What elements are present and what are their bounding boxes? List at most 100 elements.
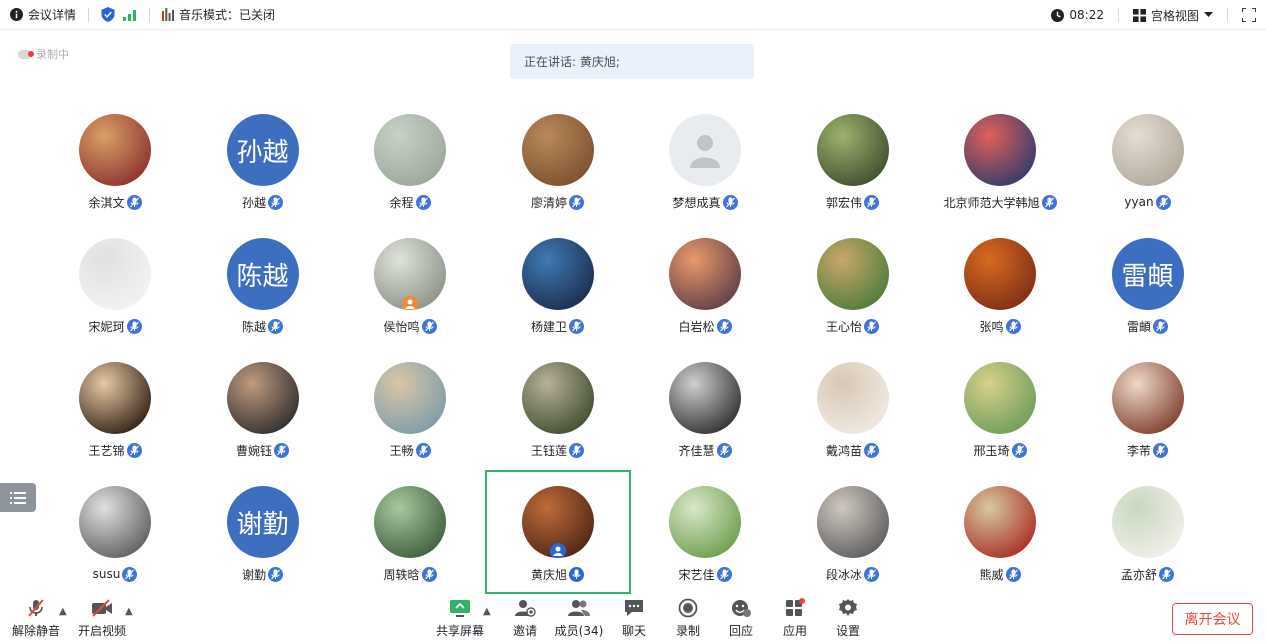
avatar: [226, 362, 299, 434]
participant-name: 戴鸿苗: [825, 443, 862, 458]
participant-tile[interactable]: 廖清婷: [485, 100, 631, 224]
participant-tile[interactable]: 王艺锦: [42, 348, 188, 472]
participant-name: 梦想成真: [672, 195, 721, 210]
participant-name-row: 王畅: [389, 442, 431, 458]
participant-name-row: 孙越: [242, 194, 283, 210]
participant-tile[interactable]: 雷頔 雷頔: [1075, 224, 1221, 348]
participant-tile[interactable]: 宋妮珂: [42, 224, 188, 348]
participant-name-row: 白岩松: [678, 318, 732, 334]
record-label: 录制: [675, 624, 700, 638]
recording-label: 录制中: [36, 48, 69, 61]
participant-tile[interactable]: 谢勤 谢勤: [190, 472, 336, 596]
participant-name-row: 杨建卫: [531, 318, 584, 334]
participant-tile[interactable]: susu: [42, 472, 188, 596]
participant-tile[interactable]: 邢玉琦: [927, 348, 1073, 472]
participant-name: 曹婉钰: [235, 443, 272, 458]
leave-meeting-button[interactable]: 离开会议: [1172, 603, 1253, 635]
participant-tile[interactable]: 梦想成真: [632, 100, 778, 224]
apps-icon: [786, 598, 805, 616]
participant-tile[interactable]: 杨建卫: [485, 224, 631, 348]
mic-muted-icon: [415, 194, 431, 210]
participant-name-row: 齐佳慧: [678, 442, 732, 458]
apps-button[interactable]: 应用: [767, 598, 823, 640]
participant-name: 谢勤: [241, 567, 266, 582]
share-screen-button[interactable]: 共享屏幕: [432, 598, 488, 640]
divider: [1117, 8, 1119, 22]
participant-tile[interactable]: 李芾: [1075, 348, 1221, 472]
chat-button[interactable]: 聊天: [606, 598, 662, 640]
participant-tile[interactable]: 齐佳慧: [632, 348, 778, 472]
participant-tile[interactable]: 段冰冰: [780, 472, 926, 596]
meeting-info-button[interactable]: 会议详情: [10, 6, 76, 23]
view-mode-dropdown[interactable]: 宫格视图: [1132, 7, 1213, 24]
participant-name: 北京师范大学韩旭: [943, 195, 1040, 210]
participant-name-row: 余淇文: [88, 194, 142, 210]
active-speaker-banner: 正在讲话: 黄庆旭;: [510, 44, 754, 79]
participant-tile[interactable]: 曹婉钰: [190, 348, 336, 472]
participant-tile[interactable]: 熊威: [927, 472, 1073, 596]
avatar: [1111, 486, 1184, 558]
music-mode-button[interactable]: 音乐模式：已关闭: [162, 6, 275, 23]
caret-down-icon: [1204, 12, 1213, 17]
participant-tile[interactable]: 孙越 孙越: [190, 100, 336, 224]
record-icon: [678, 598, 698, 618]
avatar: [669, 362, 741, 434]
participant-name-row: 郭宏伟: [826, 194, 879, 210]
info-icon: [10, 8, 23, 21]
avatar-initials: 陈越: [226, 238, 299, 310]
recording-indicator: 录制中: [18, 46, 69, 62]
participant-tile[interactable]: 周轶晗: [337, 472, 483, 596]
participant-tile[interactable]: yyan: [1075, 100, 1221, 224]
shield-icon[interactable]: [101, 7, 115, 22]
mic-muted-icon: [722, 194, 738, 210]
divider: [88, 7, 90, 22]
participant-tile[interactable]: 陈越 陈越: [190, 224, 336, 348]
participant-tile[interactable]: 北京师范大学韩旭: [927, 100, 1073, 224]
participant-tile[interactable]: 孟亦舒: [1075, 472, 1221, 596]
reactions-button[interactable]: 回应: [713, 598, 769, 640]
settings-button[interactable]: 设置: [820, 598, 876, 640]
participant-tile[interactable]: 黄庆旭: [484, 470, 631, 594]
avatar: [964, 486, 1036, 558]
mic-muted-icon: [569, 318, 584, 334]
participant-tile[interactable]: 王钰莲: [485, 348, 631, 472]
avatar: [816, 238, 889, 310]
participant-name: 周轶晗: [383, 567, 420, 582]
participant-tile[interactable]: 戴鸿苗: [780, 348, 926, 472]
participant-tile[interactable]: 白岩松: [632, 224, 778, 348]
participant-tile[interactable]: 王心怡: [780, 224, 926, 348]
mic-muted-icon: [1153, 442, 1168, 458]
participant-tile[interactable]: 王畅: [337, 348, 483, 472]
participant-tile[interactable]: 侯怡鸣: [337, 224, 483, 348]
participant-tile[interactable]: 张鸣: [927, 224, 1073, 348]
record-button[interactable]: 录制: [660, 598, 716, 640]
avatar: [816, 486, 889, 558]
mic-muted-icon: [864, 442, 879, 458]
mic-muted-icon: [864, 566, 879, 582]
participant-tile[interactable]: 余淇文: [42, 100, 188, 224]
apps-label: 应用: [782, 624, 807, 638]
music-mode-icon: [162, 8, 175, 21]
avatar-initials: 谢勤: [226, 486, 299, 558]
share-screen-icon: [450, 600, 470, 617]
unmute-button[interactable]: 解除静音: [8, 598, 64, 640]
mic-muted-icon: [716, 566, 732, 582]
fullscreen-icon[interactable]: [1242, 8, 1256, 22]
members-button[interactable]: 成员(34): [551, 598, 607, 640]
signal-icon[interactable]: [123, 9, 137, 21]
participant-tile[interactable]: 郭宏伟: [780, 100, 926, 224]
video-options-chevron-icon[interactable]: ▲: [125, 606, 133, 617]
sidebar-toggle-button[interactable]: [0, 483, 36, 512]
participant-tile[interactable]: 余程: [337, 100, 483, 224]
cohost-badge-icon: [402, 296, 418, 310]
divider: [1227, 8, 1228, 22]
start-video-button[interactable]: 开启视频: [74, 598, 130, 640]
audio-options-chevron-icon[interactable]: ▲: [59, 606, 67, 617]
share-options-chevron-icon[interactable]: ▲: [483, 606, 491, 617]
avatar: [964, 114, 1036, 186]
avatar: [964, 238, 1036, 310]
video-off-icon: [92, 599, 112, 617]
participant-tile[interactable]: 宋艺佳: [632, 472, 778, 596]
participant-name: 孟亦舒: [1120, 567, 1157, 582]
invite-button[interactable]: 邀请: [497, 598, 553, 640]
